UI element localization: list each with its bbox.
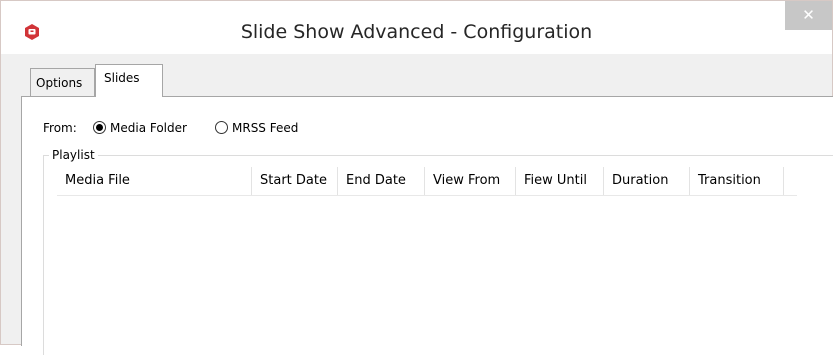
- close-button[interactable]: ✕: [785, 1, 832, 30]
- tab-slides[interactable]: Slides: [95, 64, 163, 97]
- playlist-group: Playlist Media File Start Date End Date …: [43, 148, 833, 355]
- tab-options[interactable]: Options: [30, 68, 95, 96]
- config-window: Slide Show Advanced - Configuration ✕ Op…: [0, 0, 833, 355]
- window-title: Slide Show Advanced - Configuration: [240, 21, 593, 43]
- playlist-list-header: Media File Start Date End Date View From…: [57, 167, 797, 196]
- column-header-end-date[interactable]: End Date: [338, 167, 425, 195]
- mrss-feed-radio[interactable]: MRSS Feed: [215, 120, 298, 135]
- radio-unchecked-icon: [215, 121, 228, 134]
- column-header-view-from[interactable]: View From: [425, 167, 516, 195]
- column-header-view-until[interactable]: Fiew Until: [516, 167, 604, 195]
- tab-slides-label: Slides: [104, 71, 140, 85]
- playlist-legend: Playlist: [49, 148, 98, 162]
- column-header-duration[interactable]: Duration: [604, 167, 690, 195]
- title-bar[interactable]: Slide Show Advanced - Configuration ✕: [1, 1, 832, 54]
- close-icon: ✕: [802, 6, 815, 24]
- column-header-media-file[interactable]: Media File: [57, 167, 252, 195]
- from-label: From:: [43, 121, 77, 135]
- media-folder-radio[interactable]: Media Folder: [93, 120, 187, 135]
- tab-options-label: Options: [36, 76, 83, 90]
- media-folder-label: Media Folder: [110, 120, 187, 135]
- slides-tab-panel: From: Media Folder MRSS Feed Playlist Me…: [21, 96, 833, 355]
- radio-checked-icon: [93, 121, 106, 134]
- column-header-transition[interactable]: Transition: [690, 167, 784, 195]
- mrss-feed-label: MRSS Feed: [232, 120, 299, 135]
- column-header-start-date[interactable]: Start Date: [252, 167, 338, 195]
